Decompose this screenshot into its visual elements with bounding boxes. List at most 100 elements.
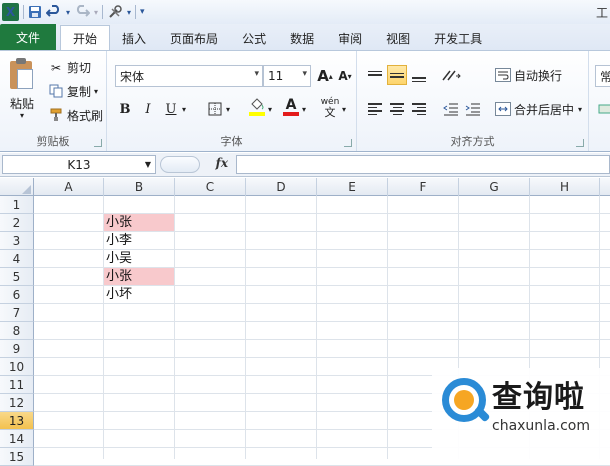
orientation-button[interactable] — [439, 65, 463, 85]
copy-button[interactable]: 复制 ▾ — [48, 83, 98, 100]
increase-indent-icon — [465, 103, 480, 116]
number-format-select[interactable]: 常 — [595, 65, 610, 87]
format-painter-button[interactable]: 格式刷 — [48, 107, 103, 124]
row-header-10[interactable]: 10 — [0, 358, 34, 376]
copy-icon — [48, 84, 64, 100]
qat-dropdown-icon[interactable]: ▾ — [127, 3, 131, 21]
decrease-indent-button[interactable] — [441, 99, 461, 119]
row-header-5[interactable]: 5 — [0, 268, 34, 286]
font-size-select[interactable]: 11 ▾ — [263, 65, 311, 87]
cell-b6[interactable]: 小坏 — [104, 286, 174, 303]
cut-button[interactable]: ✂ 剪切 — [48, 59, 91, 76]
increase-indent-button[interactable] — [463, 99, 483, 119]
tab-formulas[interactable]: 公式 — [230, 26, 278, 50]
row-header-8[interactable]: 8 — [0, 322, 34, 340]
column-header-f[interactable]: F — [388, 178, 459, 196]
gridline — [34, 339, 610, 340]
align-left-button[interactable] — [365, 99, 385, 119]
row-header-6[interactable]: 6 — [0, 286, 34, 304]
insert-function-icon[interactable]: fx — [216, 156, 228, 170]
tab-file[interactable]: 文件 — [0, 24, 57, 50]
clipboard-dialog-launcher[interactable] — [94, 139, 102, 147]
row-header-11[interactable]: 11 — [0, 376, 34, 394]
tab-insert[interactable]: 插入 — [110, 26, 158, 50]
formula-cancel-enter-icon[interactable] — [160, 156, 200, 173]
underline-button[interactable]: U — [161, 99, 181, 119]
shrink-font-button[interactable]: A ▾ — [335, 66, 355, 86]
merge-center-button[interactable]: 合并后居中 ▾ — [495, 101, 582, 118]
italic-button[interactable]: I — [138, 99, 158, 119]
select-all-corner[interactable] — [0, 178, 34, 196]
row-header-15[interactable]: 15 — [0, 448, 34, 466]
font-name-select[interactable]: 宋体 ▾ — [115, 65, 263, 87]
cell-b4[interactable]: 小吴 — [104, 250, 174, 267]
redo-icon[interactable] — [74, 3, 91, 21]
undo-dropdown-icon[interactable]: ▾ — [66, 3, 70, 21]
grow-font-button[interactable]: A ▴ — [315, 66, 335, 86]
tab-view[interactable]: 视图 — [374, 26, 422, 50]
cell-b5[interactable]: 小张 — [104, 268, 174, 285]
align-center-button[interactable] — [387, 99, 407, 119]
phonetic-button[interactable]: wén 文 — [319, 97, 341, 118]
row-header-12[interactable]: 12 — [0, 394, 34, 412]
column-header-a[interactable]: A — [34, 178, 104, 196]
fill-color-button[interactable] — [247, 97, 267, 117]
align-top-button[interactable] — [365, 65, 385, 85]
row-header-7[interactable]: 7 — [0, 304, 34, 322]
tab-page-layout[interactable]: 页面布局 — [158, 26, 230, 50]
borders-icon — [208, 102, 222, 116]
underline-dropdown[interactable]: ▾ — [179, 99, 189, 119]
column-header-h[interactable]: H — [530, 178, 600, 196]
bold-button[interactable]: B — [115, 99, 135, 119]
column-header-c[interactable]: C — [175, 178, 246, 196]
customize-qat-icon[interactable]: ▾ — [140, 3, 145, 21]
chevron-down-icon: ▾ — [254, 69, 259, 79]
row-header-3[interactable]: 3 — [0, 232, 34, 250]
align-middle-icon — [390, 72, 404, 78]
redo-dropdown-icon[interactable]: ▾ — [94, 3, 98, 21]
cell-b3[interactable]: 小李 — [104, 232, 174, 249]
column-header-b[interactable]: B — [104, 178, 175, 196]
phonetic-dropdown[interactable]: ▾ — [339, 99, 349, 119]
row-header-2[interactable]: 2 — [0, 214, 34, 232]
column-header-g[interactable]: G — [459, 178, 530, 196]
merge-center-dropdown-icon[interactable]: ▾ — [578, 105, 582, 114]
align-bottom-button[interactable] — [409, 65, 429, 85]
row-header-9[interactable]: 9 — [0, 340, 34, 358]
undo-icon[interactable] — [46, 3, 62, 21]
row-header-14[interactable]: 14 — [0, 430, 34, 448]
wrap-text-button[interactable]: 自动换行 — [495, 67, 562, 84]
paste-icon[interactable] — [8, 57, 36, 91]
paste-button[interactable]: 粘贴 — [10, 95, 34, 112]
row-header-4[interactable]: 4 — [0, 250, 34, 268]
paste-dropdown[interactable]: ▾ — [20, 111, 24, 120]
tab-review[interactable]: 审阅 — [326, 26, 374, 50]
borders-dropdown[interactable]: ▾ — [223, 99, 233, 119]
row-header-13[interactable]: 13 — [0, 412, 34, 430]
tab-home[interactable]: 开始 — [60, 25, 111, 50]
font-color-dropdown[interactable]: ▾ — [299, 99, 309, 119]
cell-b2[interactable]: 小张 — [104, 214, 174, 231]
align-right-button[interactable] — [409, 99, 429, 119]
fill-color-dropdown[interactable]: ▾ — [265, 99, 275, 119]
excel-app-icon: X — [2, 3, 19, 21]
font-dialog-launcher[interactable] — [344, 139, 352, 147]
accounting-format-button[interactable] — [595, 99, 610, 119]
save-icon[interactable] — [28, 3, 42, 21]
gridline — [34, 321, 610, 322]
row-header-1[interactable]: 1 — [0, 196, 34, 214]
tab-developer[interactable]: 开发工具 — [422, 26, 494, 50]
tools-icon[interactable] — [107, 3, 123, 21]
column-header-d[interactable]: D — [246, 178, 317, 196]
merge-cells-icon — [495, 101, 511, 118]
formula-input[interactable] — [236, 155, 610, 174]
borders-button[interactable] — [205, 99, 225, 119]
column-header-e[interactable]: E — [317, 178, 388, 196]
tab-data[interactable]: 数据 — [278, 26, 326, 50]
gridline — [387, 196, 388, 459]
name-box[interactable]: K13 ▼ — [2, 155, 156, 174]
font-color-button[interactable]: A — [281, 97, 301, 117]
alignment-dialog-launcher[interactable] — [576, 139, 584, 147]
align-middle-button[interactable] — [387, 65, 407, 85]
copy-dropdown-icon[interactable]: ▾ — [94, 87, 98, 96]
